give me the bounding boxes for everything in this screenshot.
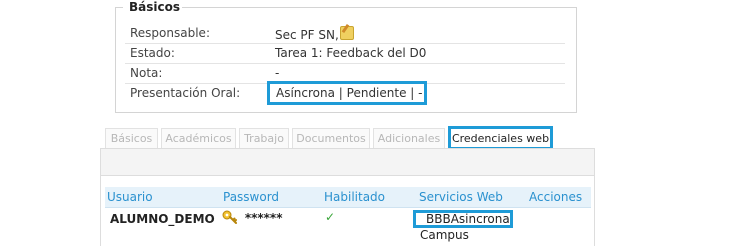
- password-masked: ******: [244, 211, 283, 225]
- col-acciones[interactable]: Acciones: [529, 190, 582, 204]
- presentacion-label: Presentación Oral:: [130, 86, 241, 100]
- servicios-line2: Campus: [420, 228, 469, 242]
- credenciales-tab-highlight: [448, 126, 553, 150]
- password-cell: ******: [222, 210, 282, 225]
- presentacion-highlight: [267, 81, 427, 105]
- edit-pencil-icon[interactable]: [339, 26, 354, 40]
- col-usuario[interactable]: Usuario: [107, 190, 153, 204]
- field-row-responsable: Responsable: Sec PF SN,: [125, 24, 565, 44]
- habilitado-check-icon: ✓: [325, 210, 336, 224]
- basicos-legend: Básicos: [127, 0, 182, 14]
- tab-basicos[interactable]: Básicos: [105, 128, 158, 148]
- servicios-highlight: [413, 210, 513, 228]
- usuario-cell: ALUMNO_DEMO: [110, 212, 215, 226]
- nota-value: -: [275, 66, 280, 80]
- panel-toolbar: [101, 149, 594, 176]
- tab-trabajo[interactable]: Trabajo: [239, 128, 289, 148]
- responsable-value: Sec PF SN,: [275, 26, 354, 42]
- col-servicios-web[interactable]: Servicios Web: [419, 190, 503, 204]
- tab-adicionales[interactable]: Adicionales: [373, 128, 445, 148]
- nota-label: Nota:: [130, 66, 163, 80]
- tab-academicos[interactable]: Académicos: [161, 128, 236, 148]
- estado-label: Estado:: [130, 46, 175, 60]
- key-icon[interactable]: [222, 210, 238, 224]
- table-header: Usuario Password Habilitado Servicios We…: [105, 187, 591, 208]
- col-password[interactable]: Password: [223, 190, 279, 204]
- credenciales-panel: Usuario Password Habilitado Servicios We…: [100, 148, 595, 246]
- col-habilitado[interactable]: Habilitado: [324, 190, 385, 204]
- responsable-label: Responsable:: [130, 26, 210, 40]
- estado-value: Tarea 1: Feedback del D0: [275, 46, 427, 60]
- tab-documentos[interactable]: Documentos: [292, 128, 370, 148]
- field-row-estado: Estado: Tarea 1: Feedback del D0: [125, 44, 565, 64]
